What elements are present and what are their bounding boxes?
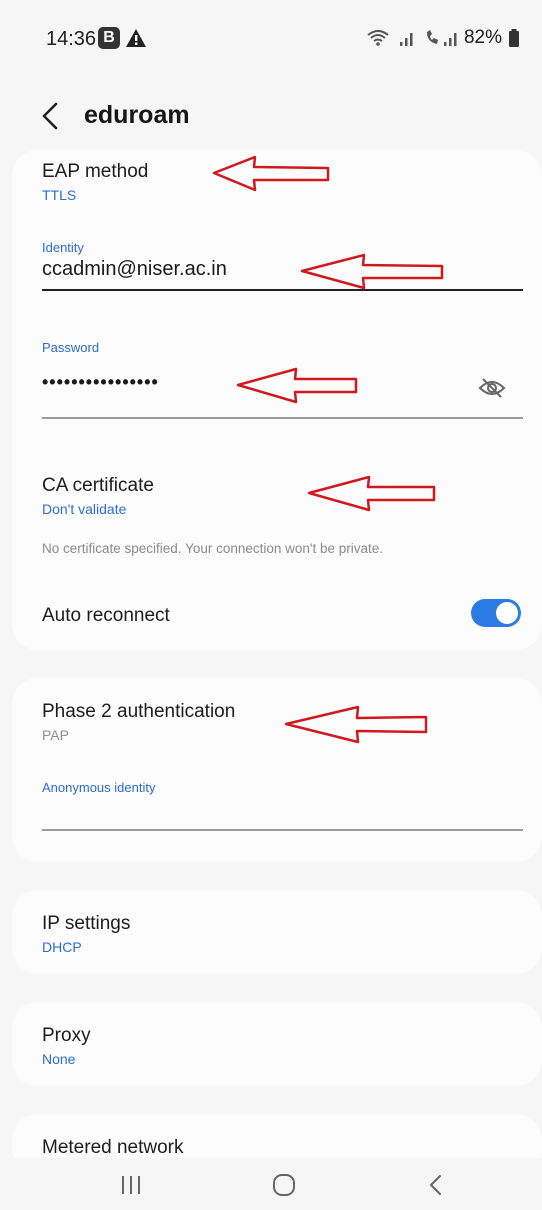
alert-icon [126,29,146,47]
ip-settings-label[interactable]: IP settings [42,913,130,935]
identity-underline [42,289,523,291]
ca-certificate-label[interactable]: CA certificate [42,475,154,497]
annotation-arrow-phase2 [284,705,428,744]
password-underline [42,417,523,419]
page-title: eduroam [84,101,190,129]
phase2-label[interactable]: Phase 2 authentication [42,701,235,723]
identity-input[interactable]: ccadmin@niser.ac.in [42,258,227,281]
eye-off-icon[interactable] [478,376,506,400]
ip-settings-value[interactable]: DHCP [42,939,82,955]
back-nav-icon[interactable] [424,1168,448,1202]
toggle-knob [496,602,518,624]
back-chevron-icon[interactable] [36,96,66,136]
identity-label: Identity [42,240,84,255]
eap-method-value[interactable]: TTLS [42,187,76,203]
metered-network-label[interactable]: Metered network [42,1137,184,1159]
annotation-arrow-identity [300,253,444,290]
status-bar: 14:36 B 82% [0,0,542,80]
phase2-value[interactable]: PAP [42,727,69,743]
anonymous-identity-label: Anonymous identity [42,780,156,795]
password-label: Password [42,340,100,355]
home-icon[interactable] [270,1168,298,1202]
annotation-arrow-password [236,367,358,404]
anonymous-identity-underline [42,829,523,831]
proxy-card[interactable] [12,1002,542,1086]
annotation-arrow-eap [212,155,330,192]
battery-icon [509,29,519,47]
auto-reconnect-label: Auto reconnect [42,605,170,626]
call-signal-icon [426,30,457,46]
proxy-label[interactable]: Proxy [42,1025,91,1047]
ca-certificate-value[interactable]: Don't validate [42,501,126,517]
signal-icon [399,33,413,46]
recent-apps-icon[interactable] [118,1168,144,1202]
auto-reconnect-toggle[interactable] [471,599,521,627]
annotation-arrow-ca [307,475,436,512]
eap-method-label[interactable]: EAP method [42,161,148,183]
battery-percent: 82% [463,27,502,48]
b-badge-icon: B [98,27,120,49]
wifi-icon [367,30,389,46]
password-input[interactable]: •••••••••••••••• [42,372,159,393]
status-time: 14:36 [46,28,97,50]
ca-certificate-note: No certificate specified. Your connectio… [42,541,384,556]
proxy-value[interactable]: None [42,1051,75,1067]
status-icons: 82% [366,27,520,49]
